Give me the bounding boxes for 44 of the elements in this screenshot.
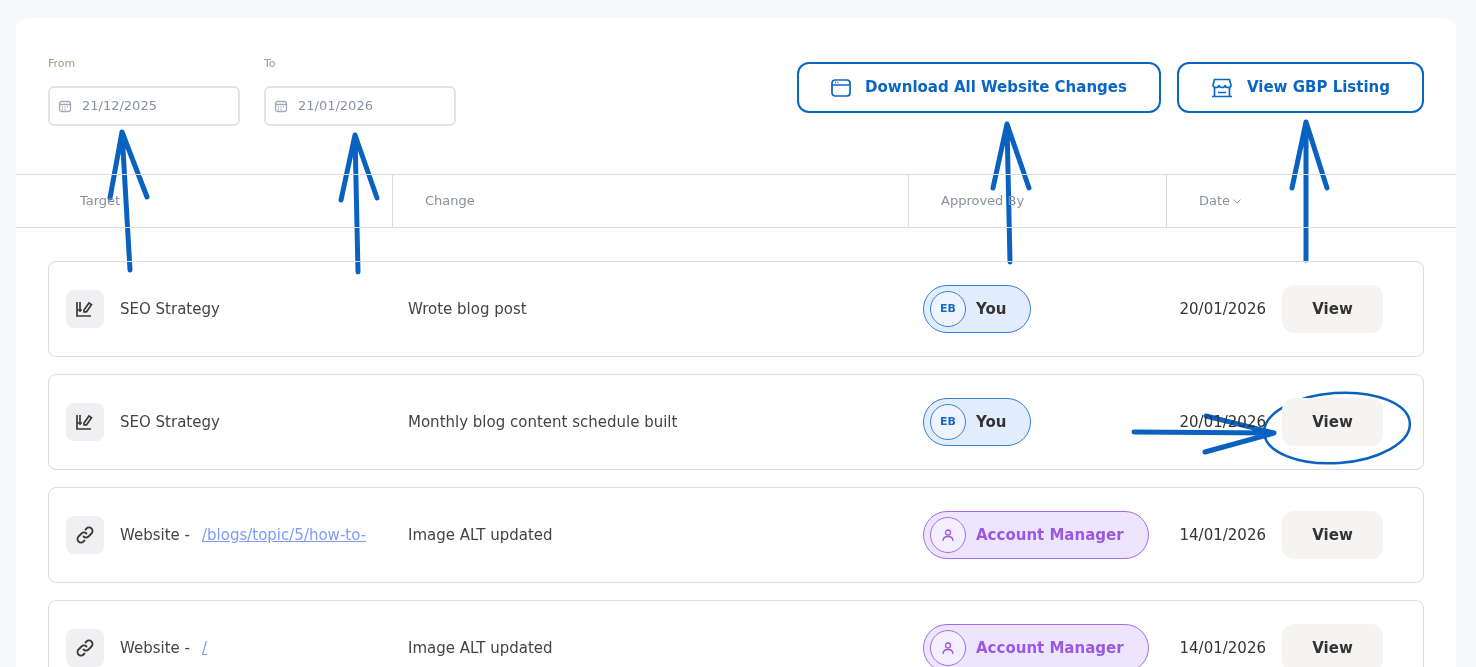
approver-badge: EB You [923,285,1032,333]
person-icon [941,641,955,655]
change-text: Monthly blog content schedule built [408,411,679,433]
avatar-initials: EB [930,404,966,440]
change-text: Wrote blog post [408,298,528,320]
link-icon [75,638,95,658]
view-button[interactable]: View [1282,511,1383,559]
link-icon [75,525,95,545]
field-label: To [264,56,277,72]
edit-icon [75,412,95,432]
column-header[interactable]: Date [1199,191,1242,211]
column-header[interactable]: Target [80,191,121,211]
store-icon [1210,77,1233,98]
field-label: From [48,56,77,72]
date-text: 14/01/2026 [1179,524,1266,546]
date-text: 14/01/2026 [1179,637,1266,659]
change-text: Image ALT updated [408,524,554,546]
date-text: 20/01/2026 [1179,298,1266,320]
download-button[interactable]: Download All Website Changes [797,62,1161,113]
table-row[interactable]: Website - /blogs/topic/5/how-to- Image ALT updated Account Manager 14/01/2026 View [48,487,1424,583]
calendar-icon [58,99,72,113]
date-field[interactable]: 21/01/2026 [264,86,456,126]
table-row[interactable]: SEO Strategy Wrote blog post EB You 20/01/2026 View [48,261,1424,357]
target-text: SEO Strategy [120,298,220,320]
approver-badge: Account Manager [923,511,1149,559]
view-button[interactable]: View [1282,624,1383,667]
date-field[interactable]: 21/12/2025 [48,86,240,126]
target-text: SEO Strategy [120,411,220,433]
avatar-initials: EB [930,291,966,327]
target-label: Website - [120,524,190,546]
approver-badge: EB You [923,398,1032,446]
table-row[interactable]: Website - / Image ALT updated Account Manager 14/01/2026 View [48,600,1424,667]
edit-icon [75,299,95,319]
person-icon [941,528,955,542]
calendar-icon [274,99,288,113]
column-header[interactable]: Change [425,191,475,211]
chevron-down-icon [1233,198,1242,204]
view-button[interactable]: View [1282,285,1383,333]
target-label: Website - [120,637,190,659]
approver-badge: Account Manager [923,624,1149,667]
change-text: Image ALT updated [408,637,554,659]
view-button[interactable]: View [1282,398,1383,446]
browser-window-icon [831,78,852,97]
listing-button[interactable]: View GBP Listing [1176,62,1424,113]
